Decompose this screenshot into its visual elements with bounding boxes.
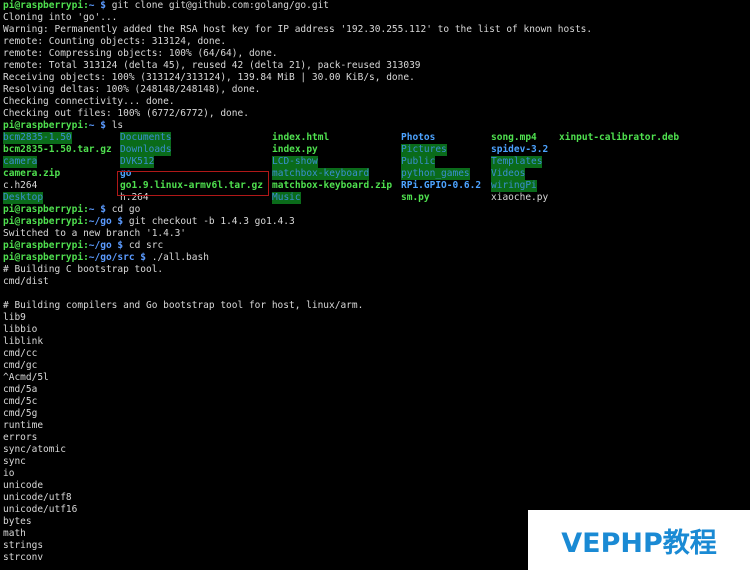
output-line: Switched to a new branch '1.4.3' xyxy=(3,228,187,239)
output-line: io xyxy=(3,468,15,479)
ls-entry: Documents xyxy=(120,132,172,144)
ls-entry: Videos xyxy=(491,168,526,180)
output-line: remote: Total 313124 (delta 45), reused … xyxy=(3,60,421,71)
output-line: sync xyxy=(3,456,26,467)
output-line: remote: Compressing objects: 100% (64/64… xyxy=(3,48,278,59)
watermark-text: VEPHP教程 xyxy=(561,527,717,559)
prompt-path: ~/go $ xyxy=(88,216,124,227)
ls-entry: matchbox-keyboard.zip xyxy=(272,180,393,191)
terminal-output: pi@raspberrypi:~ $ git clone git@github.… xyxy=(3,0,750,564)
prompt-line: pi@raspberrypi:~ $ ls xyxy=(3,120,750,132)
ls-entry: LCD-show xyxy=(272,156,318,168)
ls-row: c.h264 go1.9.linux-armv6l.tar.gz matchbox-… xyxy=(3,180,750,192)
ls-entry: Photos xyxy=(401,132,436,143)
ls-entry: Templates xyxy=(491,156,543,168)
highlight-box xyxy=(117,171,269,196)
command-text: ./all.bash xyxy=(146,252,209,263)
output-line: libbio xyxy=(3,324,38,335)
output-line: unicode xyxy=(3,480,44,491)
prompt-path: ~ $ xyxy=(88,120,106,131)
prompt-path: ~/go $ xyxy=(88,240,124,251)
watermark: VEPHP教程 xyxy=(528,510,750,570)
prompt-user-host: pi@raspberrypi: xyxy=(3,240,89,251)
prompt-path: ~ $ xyxy=(88,204,106,215)
prompt-user-host: pi@raspberrypi: xyxy=(3,0,89,11)
output-line: Resolving deltas: 100% (248148/248148), … xyxy=(3,84,261,95)
ls-row: Desktop h.264 Music sm.py xiaoche.py xyxy=(3,192,750,204)
prompt-user-host: pi@raspberrypi: xyxy=(3,120,89,131)
ls-entry: Downloads xyxy=(120,144,172,156)
ls-row: camera.zip go matchbox-keyboard python_game… xyxy=(3,168,750,180)
command-text: cd go xyxy=(105,204,141,215)
output-line: Checking out files: 100% (6772/6772), do… xyxy=(3,108,249,119)
command-text: ls xyxy=(105,120,124,131)
ls-entry: RPi.GPIO-0.6.2 xyxy=(401,180,482,191)
command-text: git clone git@github.com:golang/go.git xyxy=(105,0,330,11)
output-line: cmd/dist xyxy=(3,276,49,287)
ls-entry: python_games xyxy=(401,168,470,180)
output-line: ^Acmd/5l xyxy=(3,372,49,383)
prompt-line: pi@raspberrypi:~/go/src $ ./all.bash xyxy=(3,252,750,264)
prompt-line: pi@raspberrypi:~/go $ cd src xyxy=(3,240,750,252)
prompt-path: ~/go/src $ xyxy=(88,252,146,263)
prompt-path: ~ $ xyxy=(88,0,106,11)
ls-row: camera DVK512 LCD-show Public Templates xyxy=(3,156,750,168)
ls-entry: Public xyxy=(401,156,436,168)
prompt-line: pi@raspberrypi:~ $ git clone git@github.… xyxy=(3,0,750,12)
prompt-user-host: pi@raspberrypi: xyxy=(3,252,89,263)
output-line: cmd/cc xyxy=(3,348,38,359)
ls-entry: DVK512 xyxy=(120,156,155,168)
output-line: Warning: Permanently added the RSA host … xyxy=(3,24,593,35)
prompt-user-host: pi@raspberrypi: xyxy=(3,204,89,215)
command-text: git checkout -b 1.4.3 go1.4.3 xyxy=(123,216,295,227)
output-line: unicode/utf8 xyxy=(3,492,72,503)
ls-row: bcm2835-1.50 Documents index.html Photos son… xyxy=(3,132,750,144)
ls-entry: camera.zip xyxy=(3,168,61,179)
ls-entry: sm.py xyxy=(401,192,430,203)
output-line: remote: Counting objects: 313124, done. xyxy=(3,36,227,47)
ls-entry: Pictures xyxy=(401,144,447,156)
output-line: # Building C bootstrap tool. xyxy=(3,264,164,275)
ls-entry: Music xyxy=(272,192,301,204)
output-line: cmd/5g xyxy=(3,408,38,419)
ls-entry: song.mp4 xyxy=(491,132,537,143)
output-line: Receiving objects: 100% (313124/313124),… xyxy=(3,72,415,83)
ls-entry: camera xyxy=(3,156,38,168)
output-line: liblink xyxy=(3,336,44,347)
ls-entry: index.py xyxy=(272,144,318,155)
ls-entry: wiringPi xyxy=(491,180,537,192)
ls-entry: bcm2835-1.50 xyxy=(3,132,72,144)
output-line: cmd/gc xyxy=(3,360,38,371)
prompt-user-host: pi@raspberrypi: xyxy=(3,216,89,227)
output-line: Cloning into 'go'... xyxy=(3,12,118,23)
output-line: errors xyxy=(3,432,38,443)
output-line: lib9 xyxy=(3,312,26,323)
output-line: sync/atomic xyxy=(3,444,66,455)
output-line: cmd/5c xyxy=(3,396,38,407)
ls-entry: c.h264 xyxy=(3,180,38,191)
ls-row: bcm2835-1.50.tar.gz Downloads index.py Pict… xyxy=(3,144,750,156)
prompt-line: pi@raspberrypi:~ $ cd go xyxy=(3,204,750,216)
ls-entry: Desktop xyxy=(3,192,44,204)
command-text: cd src xyxy=(123,240,164,251)
output-line: # Building compilers and Go bootstrap to… xyxy=(3,300,364,311)
ls-entry: xinput-calibrator.deb xyxy=(559,132,680,143)
output-line: cmd/5a xyxy=(3,384,38,395)
prompt-line: pi@raspberrypi:~/go $ git checkout -b 1.… xyxy=(3,216,750,228)
output-line: Checking connectivity... done. xyxy=(3,96,175,107)
ls-entry: xiaoche.py xyxy=(491,192,549,203)
ls-entry: matchbox-keyboard xyxy=(272,168,370,180)
ls-entry: index.html xyxy=(272,132,330,143)
ls-entry: spidev-3.2 xyxy=(491,144,549,155)
ls-entry: bcm2835-1.50.tar.gz xyxy=(3,144,112,155)
output-line: runtime xyxy=(3,420,44,431)
